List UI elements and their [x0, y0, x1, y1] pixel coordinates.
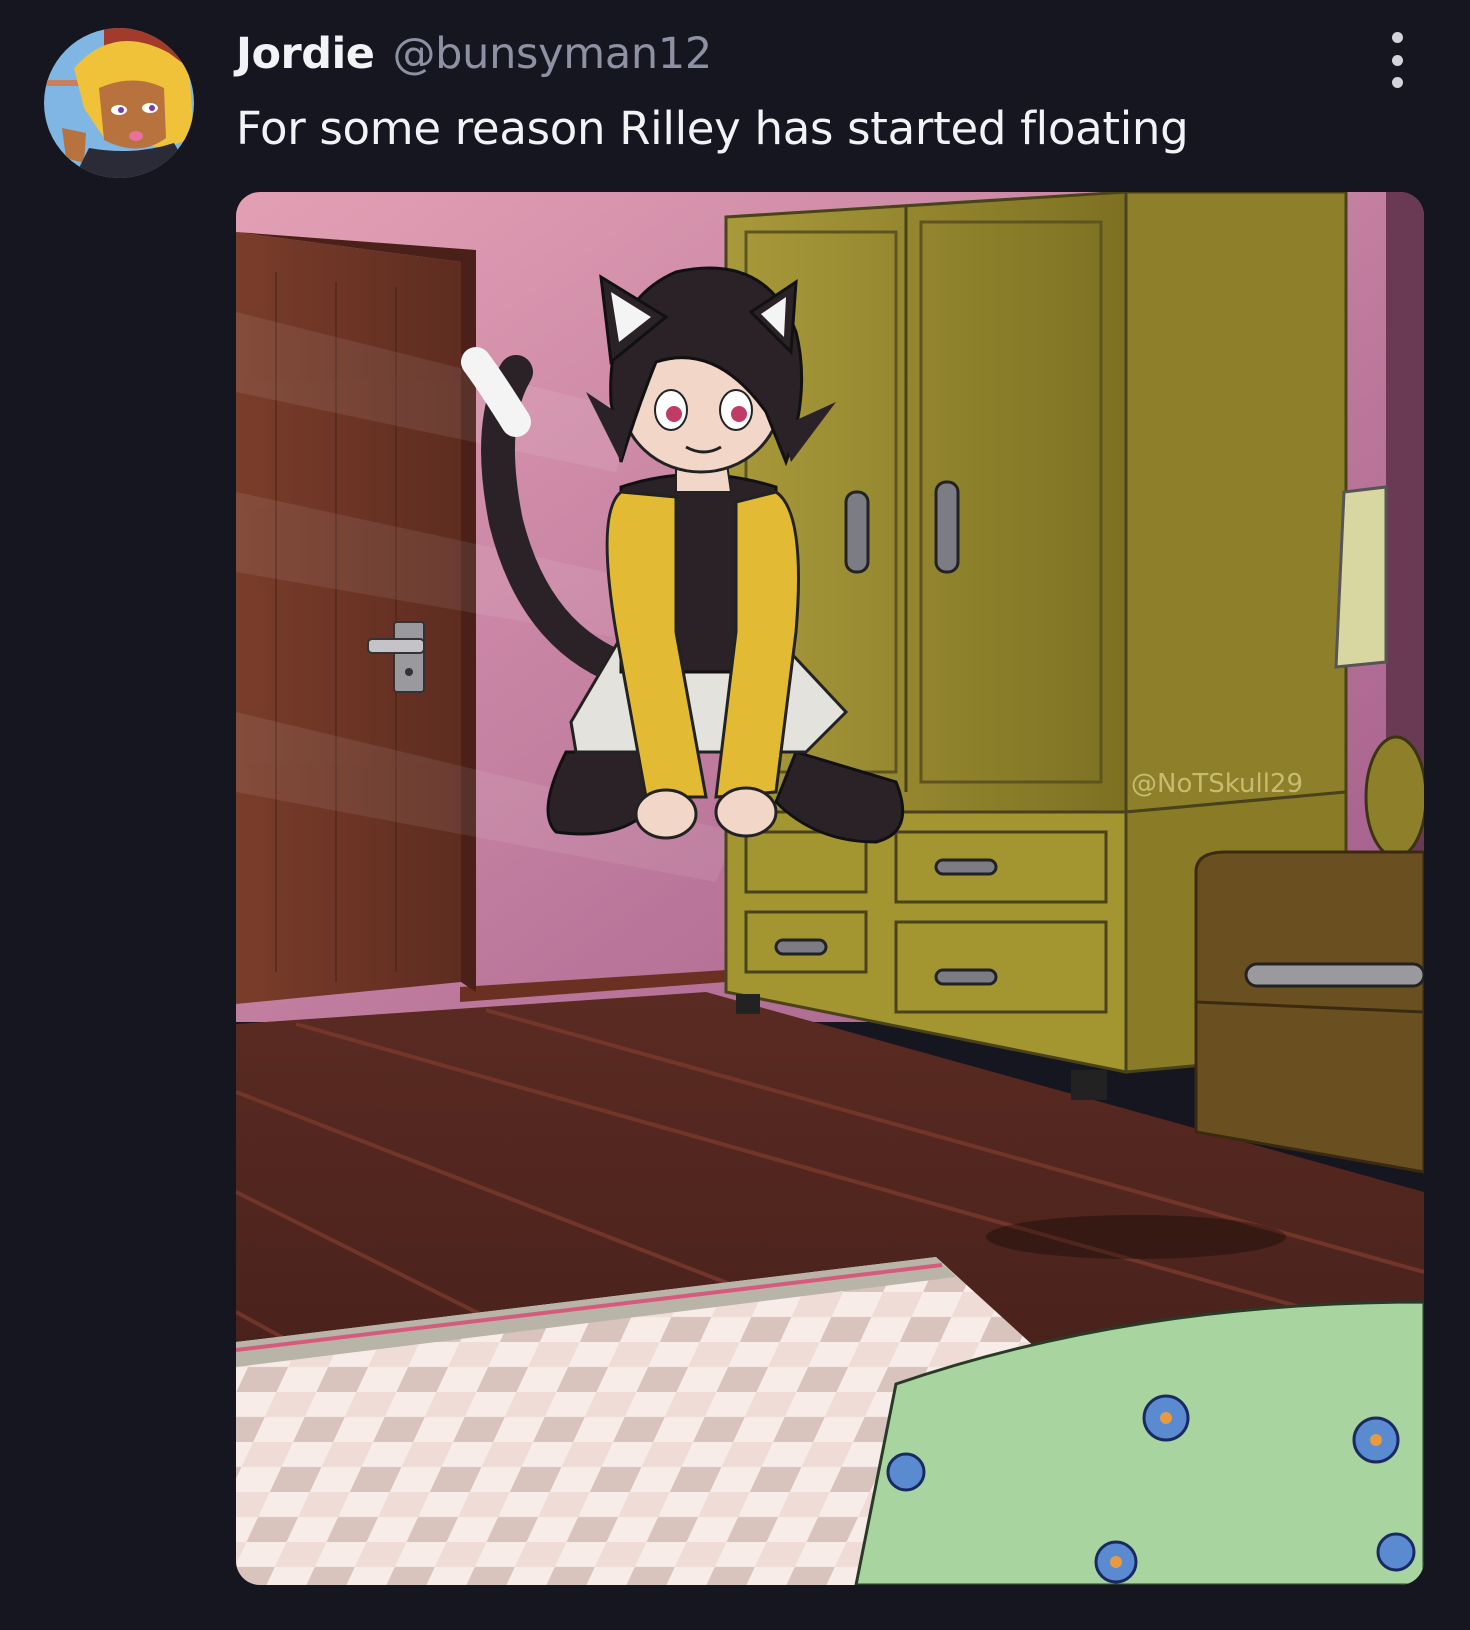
post-card: Jordie @bunsyman12 For some reason Rille…: [0, 0, 1470, 1630]
author-display-name[interactable]: Jordie: [236, 29, 375, 79]
ellipsis-dot: [1391, 54, 1403, 66]
post-header: Jordie @bunsyman12: [236, 26, 712, 82]
ellipsis-dot: [1391, 77, 1403, 88]
illustration: @NoTSkull29: [236, 192, 1424, 1585]
more-options-button[interactable]: [1376, 32, 1418, 88]
author-avatar[interactable]: [44, 28, 194, 178]
vertical-ellipsis-icon: [1391, 32, 1403, 43]
post-text: For some reason Rilley has started float…: [236, 102, 1189, 155]
nightstand: [1194, 850, 1424, 1174]
post-media-image[interactable]: @NoTSkull29: [236, 192, 1424, 1585]
watermark-text: @NoTSkull29: [1131, 769, 1303, 799]
avatar-image: [44, 28, 194, 178]
author-handle[interactable]: @bunsyman12: [392, 29, 712, 79]
door-handle: [393, 621, 425, 693]
